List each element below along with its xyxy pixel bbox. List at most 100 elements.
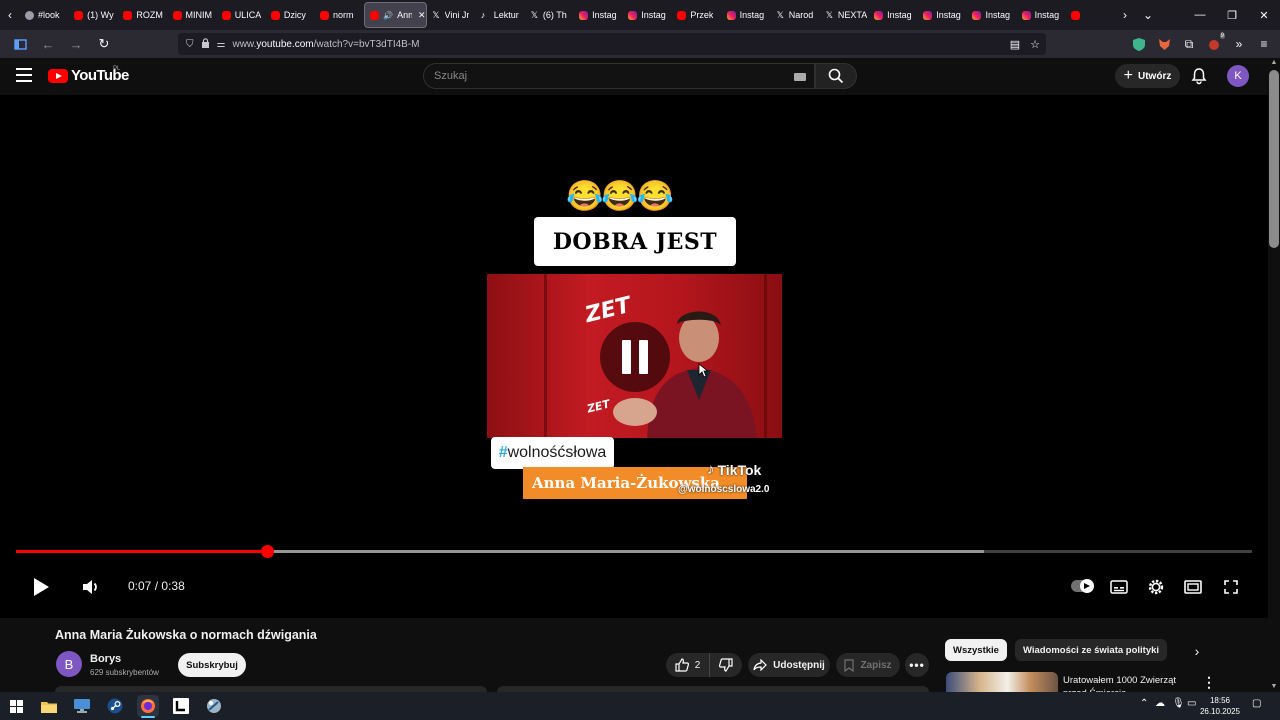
filter-chip[interactable]: Wszystkie	[945, 639, 1007, 661]
browser-tab[interactable]: 𝕏 NEXTA	[820, 2, 869, 28]
reader-view-icon[interactable]: ▤	[1010, 38, 1020, 51]
tab-close-icon[interactable]: ✕	[418, 10, 426, 21]
permissions-icon[interactable]: ⚌	[217, 39, 226, 50]
share-button[interactable]: Udostępnij	[748, 653, 830, 677]
channel-avatar[interactable]: B	[56, 651, 82, 677]
browser-tab[interactable]: ♪ Lektur	[476, 2, 525, 28]
start-windows-icon[interactable]	[5, 695, 27, 717]
like-button[interactable]: 2	[666, 653, 710, 677]
hamburger-menu-icon[interactable]: ≡	[1256, 36, 1272, 52]
recommendation-thumbnail[interactable]	[946, 672, 1058, 692]
browser-tab[interactable]: 𝕏 Narod	[771, 2, 820, 28]
chips-next-arrow-icon[interactable]: ›	[1189, 642, 1205, 660]
instagram-favicon-icon	[628, 10, 638, 20]
browser-tab[interactable]: ULICA	[217, 2, 266, 28]
tab-audio-speaker-icon[interactable]: 🔊	[383, 11, 393, 20]
vpn-shield-icon[interactable]	[1131, 36, 1147, 52]
fullscreen-icon[interactable]	[1220, 576, 1242, 598]
firefox-icon[interactable]	[137, 695, 159, 717]
video-player[interactable]: 😂😂😂 DOBRA JEST ZET ZET ZET #wolnośćsłowa…	[0, 95, 1268, 618]
forward-icon[interactable]: →	[64, 32, 88, 56]
autoplay-toggle[interactable]	[1071, 579, 1094, 593]
browser-tab[interactable]: Instag	[869, 2, 918, 28]
restore-icon[interactable]: ❐	[1216, 0, 1248, 30]
close-window-icon[interactable]: ✕	[1248, 0, 1280, 30]
tray-overflow-icon[interactable]: ⌃	[1140, 698, 1148, 709]
progress-bar[interactable]	[16, 545, 1252, 558]
browser-tab[interactable]: 𝕏 (6) Th	[525, 2, 574, 28]
like-count: 2	[694, 659, 701, 671]
browser-tab[interactable]: Przek	[672, 2, 721, 28]
remote-desktop-icon[interactable]	[71, 695, 93, 717]
hashtag-overlay: # wolnośćsłowa	[491, 437, 614, 469]
bookmark-star-icon[interactable]: ☆	[1030, 38, 1040, 51]
browser-tab[interactable]: MINIM	[168, 2, 217, 28]
browser-tab[interactable]: (1) Wy	[69, 2, 118, 28]
browser-tab[interactable]: Instag	[1017, 2, 1066, 28]
browser-tab[interactable]: 𝕏 Vini Jr	[427, 2, 476, 28]
browser-tab[interactable]: Instag	[967, 2, 1016, 28]
steam-icon[interactable]	[104, 695, 126, 717]
browser-tab[interactable]: Instag	[574, 2, 623, 28]
recommendation-title[interactable]: Uratowałem 1000 Zwierząt przed Śmiercią	[1063, 674, 1193, 692]
tab-title: Lektur	[493, 10, 519, 20]
dislike-button[interactable]	[710, 653, 742, 677]
extensions-puzzle-icon[interactable]: ⧉	[1181, 36, 1197, 52]
save-button[interactable]: Zapisz	[836, 653, 900, 677]
tabs-scroll-right-icon[interactable]: ›	[1115, 0, 1135, 30]
browser-tab[interactable]: norm	[315, 2, 364, 28]
theater-mode-icon[interactable]	[1182, 576, 1204, 598]
channel-name[interactable]: Borys	[90, 653, 121, 665]
browser-tab-active[interactable]: 🔊 Ann ✕	[364, 2, 427, 28]
settings-gear-icon[interactable]	[1145, 576, 1167, 598]
notifications-icon[interactable]: ▢	[1252, 698, 1261, 709]
pause-overlay[interactable]	[600, 322, 670, 392]
shield-icon[interactable]: ⛉	[186, 39, 194, 50]
browser-tab[interactable]: Instag	[918, 2, 967, 28]
addon-badge-icon[interactable]: 9	[1206, 33, 1225, 52]
keyboard-icon[interactable]	[794, 73, 806, 81]
lock-icon[interactable]	[201, 37, 210, 51]
list-all-tabs-icon[interactable]: ⌄	[1135, 0, 1161, 30]
guide-menu-icon[interactable]	[16, 68, 32, 82]
search-input[interactable]: Szukaj	[423, 63, 815, 89]
scrubber-handle[interactable]	[260, 545, 274, 558]
subtitles-icon[interactable]	[1108, 576, 1130, 598]
filter-chip[interactable]: Wiadomości ze świata polityki	[1014, 639, 1168, 661]
url-bar[interactable]: ⛉ ⚌ www.youtube.com/watch?v=bvT3dTI4B-M …	[178, 33, 1046, 55]
account-avatar[interactable]: K	[1227, 65, 1249, 87]
subscribe-button[interactable]: Subskrybuj	[178, 653, 246, 677]
scroll-down-arrow-icon[interactable]: ▼	[1270, 683, 1278, 690]
browser-tab[interactable]: ROZM	[118, 2, 167, 28]
volume-icon[interactable]	[80, 577, 102, 597]
launcher-app-icon[interactable]	[170, 695, 192, 717]
more-actions-icon[interactable]: •••	[905, 653, 929, 677]
microphone-icon[interactable]: 🎙	[1172, 698, 1185, 709]
play-button-icon[interactable]	[30, 576, 52, 598]
scrollbar-thumb[interactable]	[1269, 70, 1279, 248]
create-button[interactable]: + Utwórz	[1115, 64, 1180, 88]
back-icon[interactable]: ←	[36, 32, 60, 56]
browser-tab[interactable]	[1066, 2, 1115, 28]
browser-tab[interactable]: Instag	[623, 2, 672, 28]
minimize-icon[interactable]: —	[1184, 0, 1216, 30]
notifications-bell-icon[interactable]	[1190, 67, 1208, 85]
scroll-up-arrow-icon[interactable]: ▲	[1270, 59, 1278, 66]
snipping-tool-icon[interactable]	[203, 695, 225, 717]
recommendation-menu-icon[interactable]: ⋮	[1202, 674, 1216, 691]
fox-extension-icon[interactable]	[1156, 36, 1172, 52]
search-button[interactable]	[815, 63, 857, 89]
system-clock[interactable]: 18:56 26.10.2025	[1198, 695, 1242, 717]
network-icon[interactable]: ▭	[1187, 698, 1196, 709]
tabs-scroll-left-icon[interactable]: ‹	[0, 0, 20, 30]
tab-title: Przek	[690, 10, 714, 20]
sidebar-toggle-icon[interactable]	[8, 32, 32, 56]
reload-icon[interactable]: ↻	[92, 32, 116, 56]
overflow-menu-icon[interactable]: »	[1231, 36, 1247, 52]
url-text[interactable]: www.youtube.com/watch?v=bvT3dTI4B-M	[232, 39, 419, 50]
file-explorer-icon[interactable]	[38, 695, 60, 717]
browser-tab[interactable]: Instag	[722, 2, 771, 28]
browser-tab[interactable]: Dzicy	[266, 2, 315, 28]
browser-tab[interactable]: #look	[20, 2, 69, 28]
onedrive-cloud-icon[interactable]: ☁	[1155, 698, 1165, 709]
